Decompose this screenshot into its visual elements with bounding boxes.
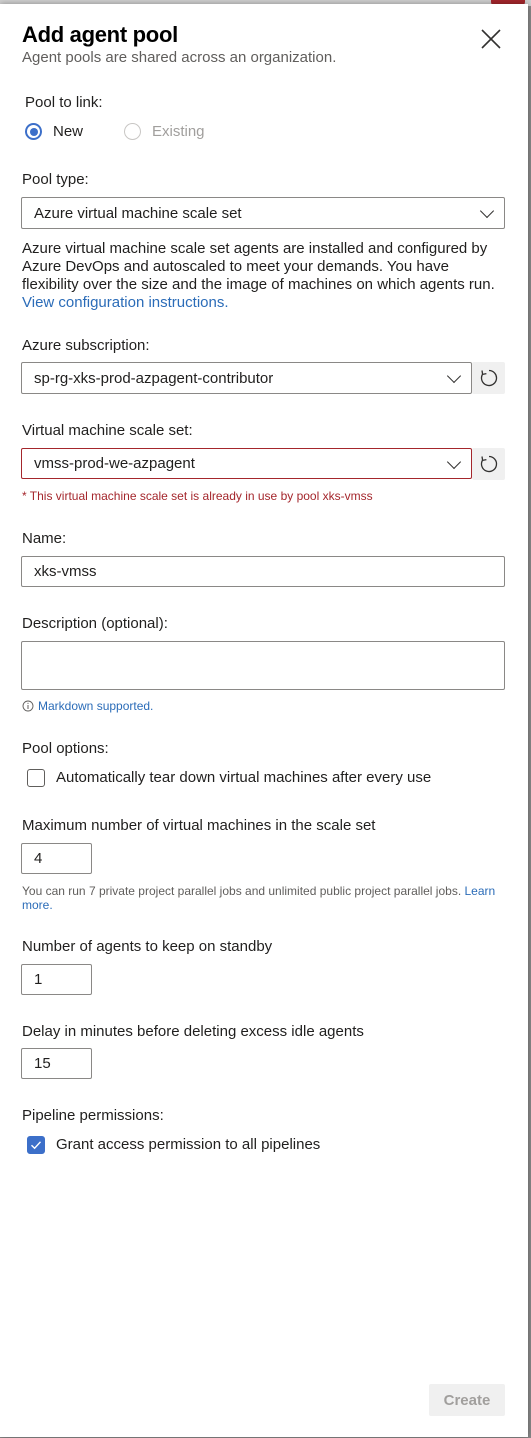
vmss-dropdown[interactable]: vmss-prod-we-azpagent <box>21 448 472 479</box>
radio-new-label[interactable]: New <box>53 123 83 140</box>
close-button[interactable] <box>476 24 506 54</box>
max-vms-value: 4 <box>34 850 43 867</box>
parallel-jobs-note-text: You can run 7 private project parallel j… <box>22 884 462 898</box>
name-label: Name: <box>22 530 67 547</box>
refresh-subscriptions-button[interactable] <box>472 362 505 394</box>
chevron-down-icon <box>479 203 495 219</box>
delay-label: Delay in minutes before deleting excess … <box>22 1023 364 1040</box>
panel-title: Add agent pool <box>22 22 178 47</box>
azure-subscription-value: sp-rg-xks-prod-azpagent-contributor <box>34 369 274 387</box>
refresh-vmss-button[interactable] <box>472 448 505 480</box>
refresh-icon <box>480 455 497 473</box>
radio-new[interactable] <box>25 123 42 140</box>
vmss-value: vmss-prod-we-azpagent <box>34 455 195 472</box>
close-icon <box>481 29 501 49</box>
chevron-down-icon <box>446 454 462 469</box>
description-label: Description (optional): <box>22 615 168 632</box>
standby-label: Number of agents to keep on standby <box>22 938 273 955</box>
grant-access-checkbox[interactable] <box>27 1136 45 1154</box>
pool-options-label: Pool options: <box>22 740 109 757</box>
create-button[interactable]: Create <box>429 1384 505 1416</box>
markdown-hint: Markdown supported. <box>22 699 153 713</box>
pipeline-permissions-label: Pipeline permissions: <box>22 1107 164 1124</box>
grant-access-label[interactable]: Grant access permission to all pipelines <box>56 1136 320 1153</box>
standby-input[interactable]: 1 <box>21 964 92 995</box>
teardown-checkbox[interactable] <box>27 769 45 787</box>
view-configuration-link[interactable]: View configuration instructions. <box>22 294 229 311</box>
pool-type-dropdown[interactable]: Azure virtual machine scale set <box>21 197 505 229</box>
pool-type-description: Azure virtual machine scale set agents a… <box>22 240 508 312</box>
checkmark-icon <box>31 1141 42 1150</box>
description-textarea[interactable] <box>21 641 505 690</box>
azure-subscription-dropdown[interactable]: sp-rg-xks-prod-azpagent-contributor <box>21 362 472 394</box>
add-agent-pool-panel: Add agent pool Agent pools are shared ac… <box>0 4 528 1437</box>
delay-input[interactable]: 15 <box>21 1048 92 1079</box>
pool-type-label: Pool type: <box>22 171 89 188</box>
info-icon <box>22 700 34 712</box>
standby-value: 1 <box>34 971 43 988</box>
chevron-down-icon <box>446 368 462 384</box>
pool-type-value: Azure virtual machine scale set <box>34 204 242 222</box>
max-vms-label: Maximum number of virtual machines in th… <box>22 817 376 834</box>
max-vms-input[interactable]: 4 <box>21 843 92 874</box>
pool-type-description-text: Azure virtual machine scale set agents a… <box>22 240 495 293</box>
name-input[interactable]: xks-vmss <box>21 556 505 587</box>
azure-subscription-label: Azure subscription: <box>22 337 150 354</box>
name-value: xks-vmss <box>34 563 97 580</box>
parallel-jobs-note: You can run 7 private project parallel j… <box>22 884 506 912</box>
panel-subtitle: Agent pools are shared across an organiz… <box>22 49 337 66</box>
radio-existing-label[interactable]: Existing <box>152 123 205 140</box>
delay-value: 15 <box>34 1055 51 1072</box>
vmss-label: Virtual machine scale set: <box>22 422 193 439</box>
vmss-error-message: * This virtual machine scale set is alre… <box>22 489 373 503</box>
pool-to-link-label: Pool to link: <box>25 94 103 111</box>
refresh-icon <box>480 369 497 387</box>
teardown-label[interactable]: Automatically tear down virtual machines… <box>56 769 431 786</box>
radio-existing[interactable] <box>124 123 141 140</box>
markdown-hint-text: Markdown supported. <box>38 699 154 713</box>
